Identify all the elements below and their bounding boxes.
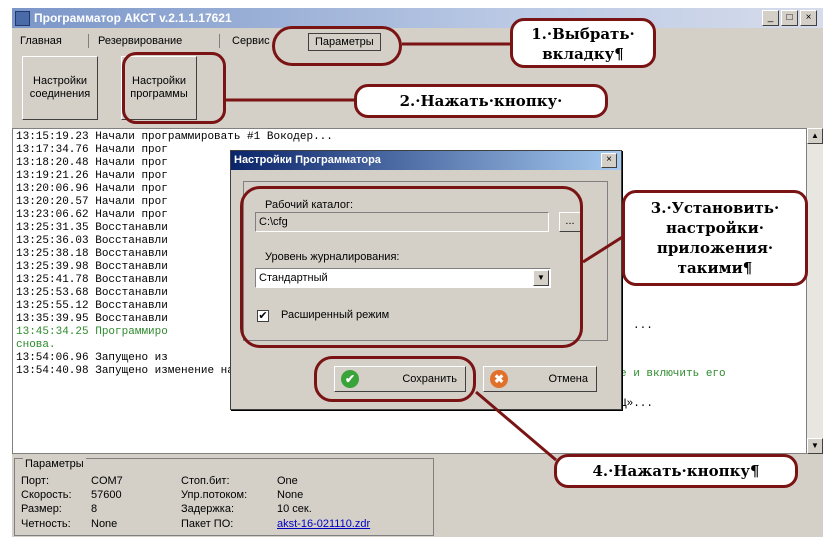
log-time: 13:25:36.03 <box>16 235 89 247</box>
log-text: Восстанавли <box>95 274 168 286</box>
minimize-button[interactable]: _ <box>762 10 779 26</box>
log-text: Восстанавли <box>95 300 168 312</box>
log-time: 13:25:39.98 <box>16 261 89 273</box>
size-label: Размер: <box>21 503 62 515</box>
log-text: снова. <box>16 339 56 351</box>
delay-value: 10 сек. <box>277 503 312 515</box>
log-time: 13:54:06.96 <box>16 352 89 364</box>
parameters-caption: Параметры <box>23 458 86 470</box>
close-button[interactable]: × <box>800 10 817 26</box>
flow-label: Упр.потоком: <box>181 489 248 501</box>
log-text: Восстанавли <box>95 248 168 260</box>
title-bar: Программатор АКСТ v.2.1.1.17621 _ □ × <box>12 8 823 28</box>
log-time: 13:25:53.68 <box>16 287 89 299</box>
annotation-ring-settings <box>240 186 583 348</box>
app-icon <box>15 11 30 26</box>
delay-label: Задержка: <box>181 503 235 515</box>
annotation-ring-button <box>122 52 226 124</box>
port-value: COM7 <box>91 475 123 487</box>
log-time: 13:25:55.12 <box>16 300 89 312</box>
cancel-icon: ✖ <box>490 370 508 388</box>
scroll-down-icon[interactable]: ▼ <box>807 438 823 454</box>
log-time: 13:25:38.18 <box>16 248 89 260</box>
log-text: Восстанавли <box>95 313 168 325</box>
dialog-title: Настройки Программатора <box>234 154 381 166</box>
maximize-button[interactable]: □ <box>781 10 798 26</box>
log-time: 13:17:34.76 <box>16 144 89 156</box>
annotation-ring-save <box>314 356 476 402</box>
log-time: 13:20:20.57 <box>16 196 89 208</box>
speed-label: Скорость: <box>21 489 72 501</box>
log-time: 13:25:41.78 <box>16 274 89 286</box>
callout-step2: 2.·Нажать·кнопку· <box>354 84 608 118</box>
callout-step1: 1.·Выбрать· вкладку¶ <box>510 18 656 68</box>
speed-value: 57600 <box>91 489 122 501</box>
stopbits-value: One <box>277 475 298 487</box>
parameters-panel: Параметры Порт: COM7 Скорость: 57600 Раз… <box>14 458 434 536</box>
size-value: 8 <box>91 503 98 515</box>
connection-settings-button[interactable]: Настройки соединения <box>22 56 98 120</box>
port-label: Порт: <box>21 475 49 487</box>
scroll-up-icon[interactable]: ▲ <box>807 128 823 144</box>
log-text: Начали прог <box>95 144 168 156</box>
tab-service[interactable]: Сервис <box>226 33 276 49</box>
log-time: 13:45:34.25 <box>16 326 89 338</box>
log-time: 13:20:06.96 <box>16 183 89 195</box>
dialog-close-button[interactable]: × <box>601 153 617 168</box>
log-text: Начали программировать #1 Вокодер... <box>95 131 333 143</box>
log-text: Восстанавли <box>95 287 168 299</box>
parity-label: Четность: <box>21 518 71 530</box>
log-time: 13:25:31.35 <box>16 222 89 234</box>
log-time: 13:54:40.98 <box>16 365 89 377</box>
log-text: Восстанавли <box>95 235 168 247</box>
log-time: 13:18:20.48 <box>16 157 89 169</box>
log-text: Программиро <box>95 326 168 338</box>
menu-tabs: Главная Резервирование Сервис Параметры <box>12 30 823 52</box>
parity-value: None <box>91 518 118 530</box>
dialog-title-bar: Настройки Программатора × <box>231 151 621 170</box>
log-fragment-3: Ц»... <box>620 398 654 410</box>
tab-main[interactable]: Главная <box>14 33 68 49</box>
log-scrollbar[interactable]: ▲ ▼ <box>807 128 823 454</box>
tab-backup[interactable]: Резервирование <box>92 33 188 49</box>
cancel-label: Отмена <box>548 373 588 385</box>
log-time: 13:15:19.23 <box>16 131 89 143</box>
stopbits-label: Стоп.бит: <box>181 475 230 487</box>
package-label: Пакет ПО: <box>181 518 234 530</box>
log-text: Начали прог <box>95 209 168 221</box>
cancel-button[interactable]: ✖ Отмена <box>483 366 597 392</box>
log-text: Начали прог <box>95 196 168 208</box>
package-link[interactable]: akst-16-021110.zdr <box>277 518 370 530</box>
log-fragment-2: е и включить его <box>620 368 726 380</box>
log-text: Восстанавли <box>95 222 168 234</box>
log-fragment-1: ... <box>633 320 653 332</box>
log-text: Восстанавли <box>95 261 168 273</box>
log-time: 13:35:39.95 <box>16 313 89 325</box>
flow-value: None <box>277 489 304 501</box>
log-time: 13:23:06.62 <box>16 209 89 221</box>
log-text: Начали прог <box>95 183 168 195</box>
log-text: Начали прог <box>95 170 168 182</box>
log-text: Начали прог <box>95 157 168 169</box>
window-title: Программатор АКСТ v.2.1.1.17621 <box>34 11 232 25</box>
log-line: 13:15:19.23 Начали программировать #1 Во… <box>16 131 803 144</box>
log-time: 13:19:21.26 <box>16 170 89 182</box>
log-text: Запущено из <box>95 352 168 364</box>
annotation-ring-tab <box>272 26 402 66</box>
callout-step3: 3.·Установить· настройки· приложения· та… <box>622 190 808 286</box>
callout-step4: 4.·Нажать·кнопку¶ <box>554 454 798 488</box>
